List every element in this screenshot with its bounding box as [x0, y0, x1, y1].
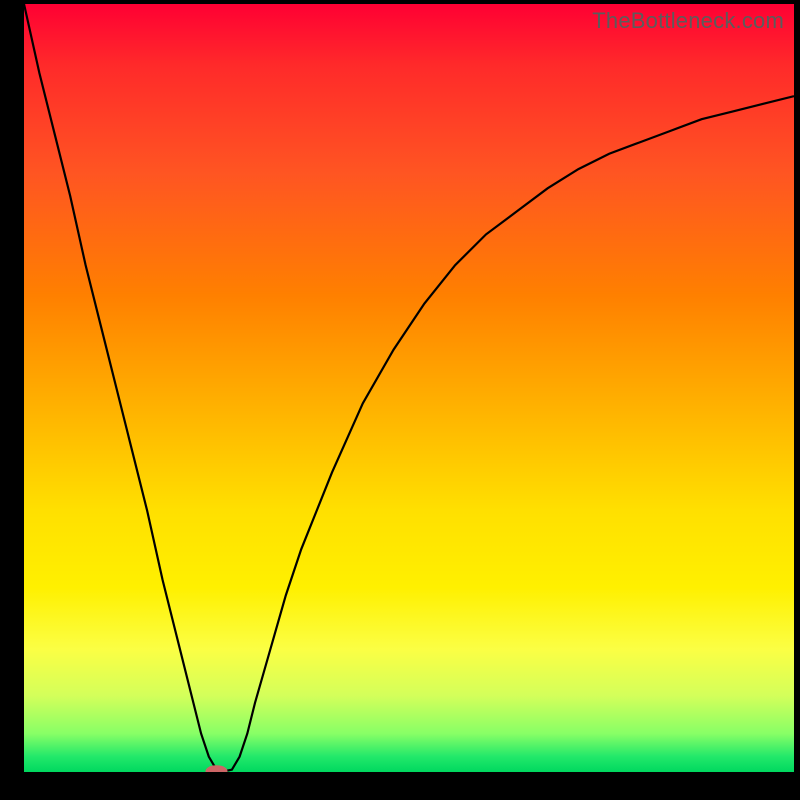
- chart-frame: TheBottleneck.com: [0, 0, 800, 800]
- plot-area: TheBottleneck.com: [24, 4, 794, 772]
- minimum-marker: [206, 765, 228, 772]
- curve-layer: [24, 4, 794, 772]
- v-curve: [24, 4, 794, 771]
- watermark-text: TheBottleneck.com: [592, 8, 784, 34]
